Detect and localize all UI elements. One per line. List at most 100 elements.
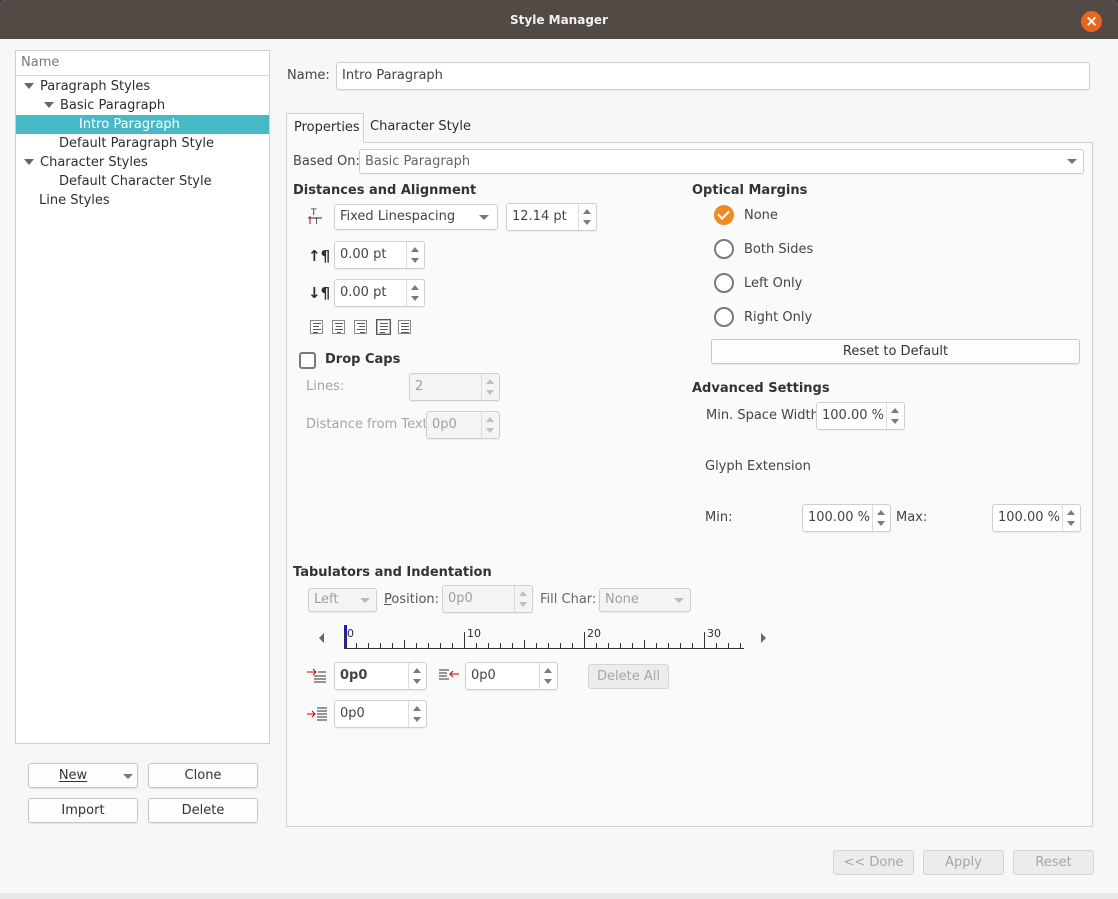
spin-up-icon[interactable] — [486, 417, 494, 422]
distance-from-text-label: Distance from Text: — [306, 417, 433, 432]
drop-caps-lines-input[interactable]: 2 — [409, 373, 500, 401]
space-above-input[interactable]: 0.00 pt — [334, 241, 425, 269]
first-line-indent-icon — [307, 668, 327, 683]
drop-caps-checkbox[interactable] — [299, 352, 316, 369]
clone-button[interactable]: Clone — [148, 763, 258, 788]
radio-both-sides[interactable] — [714, 239, 734, 259]
spin-up-icon[interactable] — [891, 408, 899, 413]
ruler-label: 0 — [347, 627, 354, 640]
expand-arrow-icon[interactable] — [24, 158, 34, 165]
ruler-right-arrow-icon[interactable] — [761, 633, 766, 643]
spin-down-icon[interactable] — [486, 390, 494, 395]
tree-item-paragraph-styles[interactable]: Paragraph Styles — [16, 77, 269, 96]
right-indent-input[interactable]: 0p0 — [465, 662, 558, 690]
based-on-label: Based On: — [293, 154, 360, 169]
spin-up-icon[interactable] — [544, 668, 552, 673]
spin-up-icon[interactable] — [411, 247, 419, 252]
linespacing-icon: TT — [308, 207, 322, 226]
tree-item-default-paragraph-style[interactable]: Default Paragraph Style — [16, 134, 269, 153]
linespacing-mode-select[interactable]: Fixed Linespacing — [334, 204, 498, 230]
radio-none[interactable] — [714, 205, 734, 225]
spin-down-icon[interactable] — [411, 258, 419, 263]
tree-header: Name — [16, 51, 269, 76]
spin-down-icon[interactable] — [519, 602, 527, 607]
spin-down-icon[interactable] — [486, 428, 494, 433]
import-button[interactable]: Import — [28, 798, 138, 823]
spin-down-icon[interactable] — [877, 521, 885, 526]
tab-type-select[interactable]: Left — [308, 588, 377, 612]
spin-up-icon[interactable] — [877, 510, 885, 515]
done-button[interactable]: << Done — [833, 850, 914, 875]
delete-button[interactable]: Delete — [148, 798, 258, 823]
tree-item-intro-paragraph[interactable]: Intro Paragraph — [16, 115, 269, 134]
radio-right-only[interactable] — [714, 307, 734, 327]
ruler-tick — [380, 643, 381, 648]
fill-char-select[interactable]: None — [599, 588, 691, 612]
spin-down-icon[interactable] — [413, 717, 421, 722]
ruler-tick — [512, 643, 513, 648]
apply-button[interactable]: Apply — [923, 850, 1004, 875]
reset-to-default-button[interactable]: Reset to Default — [711, 339, 1080, 364]
style-tree[interactable]: Name Paragraph Styles Basic Paragraph In… — [15, 50, 270, 744]
tree-item-default-character-style[interactable]: Default Character Style — [16, 172, 269, 191]
tab-properties[interactable]: Properties — [286, 113, 364, 143]
align-right-icon[interactable] — [354, 320, 367, 334]
ruler-tick — [632, 643, 633, 648]
tab-position-label: Position: — [384, 592, 440, 607]
left-indent-input[interactable]: 0p0 — [334, 700, 427, 728]
tree-item-character-styles[interactable]: Character Styles — [16, 153, 269, 172]
expand-arrow-icon[interactable] — [24, 82, 34, 89]
spin-down-icon[interactable] — [583, 220, 591, 225]
ruler-tick — [656, 643, 657, 648]
ruler-tick — [716, 643, 717, 648]
spin-down-icon[interactable] — [411, 296, 419, 301]
align-forced-justify-icon[interactable] — [398, 320, 411, 334]
ruler-tick — [740, 643, 741, 648]
ruler-tick — [680, 643, 681, 648]
style-name-input[interactable]: Intro Paragraph — [336, 62, 1090, 90]
spin-down-icon[interactable] — [1067, 521, 1075, 526]
align-left-icon[interactable] — [310, 320, 323, 334]
ruler-left-arrow-icon[interactable] — [319, 633, 324, 643]
delete-all-button[interactable]: Delete All — [588, 664, 669, 689]
based-on-select[interactable]: Basic Paragraph — [359, 149, 1084, 174]
min-space-width-input[interactable]: 100.00 % — [816, 402, 905, 430]
spin-up-icon[interactable] — [411, 285, 419, 290]
ruler-tick — [440, 643, 441, 648]
radio-left-only[interactable] — [714, 273, 734, 293]
tab-character-style[interactable]: Character Style — [370, 119, 471, 134]
ruler-tick — [404, 640, 405, 648]
new-button[interactable]: New — [28, 763, 138, 788]
tree-item-basic-paragraph[interactable]: Basic Paragraph — [16, 96, 269, 115]
first-line-indent-input[interactable]: 0p0 — [334, 662, 427, 690]
spin-up-icon[interactable] — [519, 591, 527, 596]
close-icon[interactable]: × — [1081, 11, 1102, 32]
ruler-tick — [548, 643, 549, 648]
ruler-label: 30 — [707, 627, 721, 640]
linespacing-value-input[interactable]: 12.14 pt — [506, 203, 597, 231]
glyph-max-input[interactable]: 100.00 % — [992, 504, 1081, 532]
glyph-min-input[interactable]: 100.00 % — [802, 504, 891, 532]
ruler-tick — [692, 643, 693, 648]
spin-up-icon[interactable] — [1067, 510, 1075, 515]
left-indent-icon — [307, 707, 327, 721]
advanced-settings-heading: Advanced Settings — [692, 381, 830, 396]
spin-down-icon[interactable] — [891, 419, 899, 424]
spin-down-icon[interactable] — [413, 679, 421, 684]
align-justify-icon[interactable] — [376, 319, 391, 335]
expand-arrow-icon[interactable] — [44, 101, 54, 108]
distance-from-text-input[interactable]: 0p0 — [426, 411, 500, 439]
tab-position-input[interactable]: 0p0 — [442, 585, 533, 613]
space-below-input[interactable]: 0.00 pt — [334, 279, 425, 307]
spin-up-icon[interactable] — [486, 379, 494, 384]
tab-ruler[interactable]: 0 10 20 30 — [344, 625, 744, 651]
reset-button[interactable]: Reset — [1013, 850, 1094, 875]
svg-text:T: T — [313, 217, 319, 225]
spin-up-icon[interactable] — [413, 668, 421, 673]
align-center-icon[interactable] — [332, 320, 345, 334]
ruler-tick — [668, 643, 669, 648]
spin-down-icon[interactable] — [544, 679, 552, 684]
spin-up-icon[interactable] — [413, 706, 421, 711]
tree-item-line-styles[interactable]: Line Styles — [16, 191, 269, 210]
spin-up-icon[interactable] — [583, 209, 591, 214]
